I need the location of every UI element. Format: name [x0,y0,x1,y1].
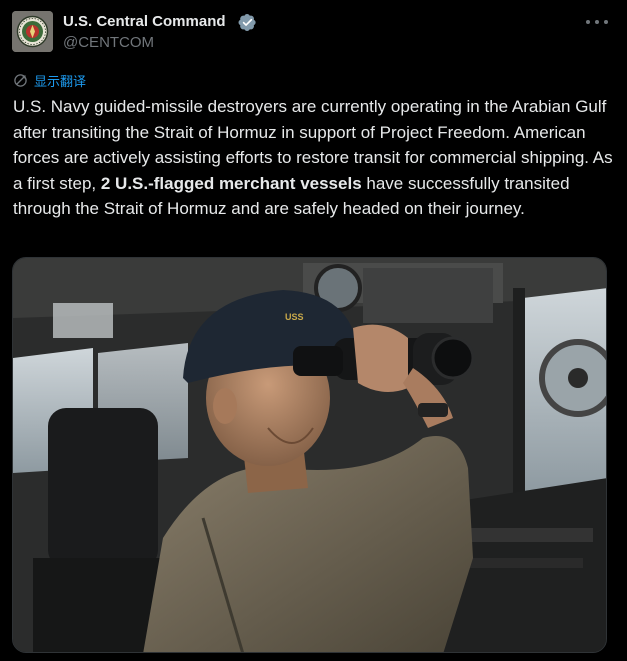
tweet-text-bold: 2 U.S.-flagged merchant vessels [100,173,362,193]
author-handle[interactable]: @CENTCOM [63,33,154,53]
svg-text:USS: USS [285,312,304,322]
tweet-photo[interactable]: USS [12,257,607,653]
translate-button[interactable]: 显示翻译 [13,71,86,89]
centcom-seal-icon [12,11,53,52]
tweet-text: U.S. Navy guided-missile destroyers are … [13,94,613,222]
author-name[interactable]: U.S. Central Command [63,12,226,32]
avatar[interactable] [12,11,53,52]
tweet-card: U.S. Central Command @CENTCOM 显示翻译 U.S. … [0,0,627,661]
more-options-icon[interactable] [586,12,608,32]
sailor-with-binoculars-photo: USS [13,258,606,652]
translate-label: 显示翻译 [34,73,87,89]
translate-icon [14,73,27,87]
verified-badge-icon [238,14,256,32]
